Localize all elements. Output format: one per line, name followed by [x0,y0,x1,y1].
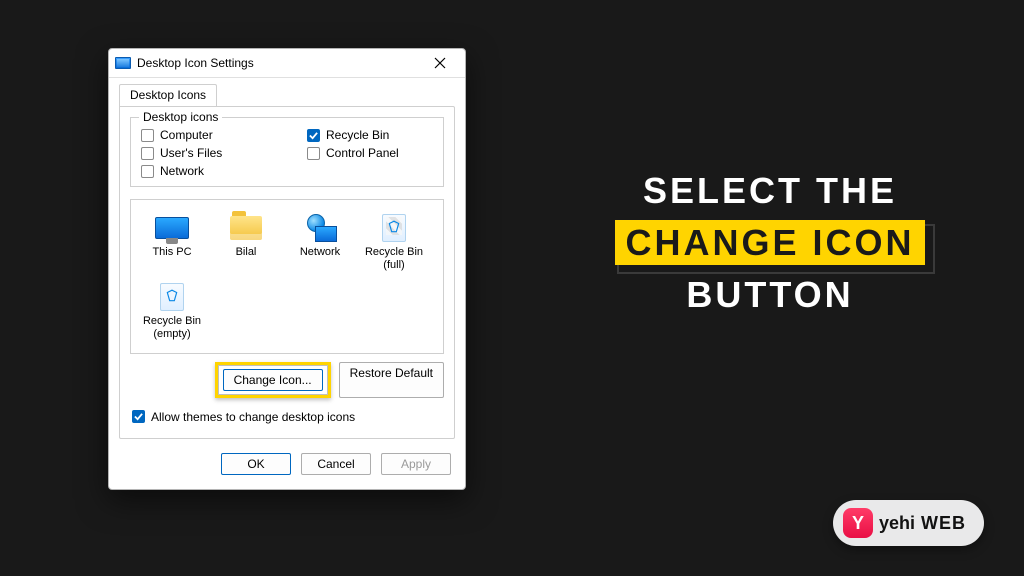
icon-action-buttons: Change Icon... Restore Default [130,362,444,398]
checkbox-computer-label: Computer [160,128,213,142]
checkbox-recycle-bin[interactable]: Recycle Bin [307,128,433,142]
desktop-icon-settings-app-icon [115,57,131,69]
network-icon [300,212,340,244]
instruction-line-3: BUTTON [560,274,980,316]
desktop-icons-group: Desktop icons Computer User's Files Netw… [130,117,444,187]
icon-item-user-folder-label: Bilal [236,246,257,270]
icon-item-network[interactable]: Network [285,210,355,273]
icon-item-recycle-bin-empty[interactable]: Recycle Bin (empty) [137,279,207,342]
watermark-logo-icon: Y [843,508,873,538]
checkbox-users-files[interactable]: User's Files [141,146,267,160]
checkbox-allow-themes-label: Allow themes to change desktop icons [151,410,355,424]
ok-button[interactable]: OK [221,453,291,475]
dialog-title: Desktop Icon Settings [137,56,417,70]
icon-item-recycle-bin-full-label: Recycle Bin (full) [361,246,427,271]
icon-item-this-pc[interactable]: This PC [137,210,207,273]
close-icon [434,57,446,69]
desktop-icons-group-legend: Desktop icons [139,110,222,124]
icon-item-recycle-bin-empty-label: Recycle Bin (empty) [139,315,205,340]
tab-desktop-icons[interactable]: Desktop Icons [119,84,217,106]
change-icon-button[interactable]: Change Icon... [223,369,323,391]
instruction-highlight: CHANGE ICON [615,222,924,264]
checkbox-grid: Computer User's Files Network Recycle Bi… [141,128,433,178]
instruction-overlay: SELECT THE CHANGE ICON BUTTON [560,170,980,316]
icon-item-recycle-bin-full[interactable]: Recycle Bin (full) [359,210,429,273]
watermark-text-2: WEB [921,513,966,534]
apply-button[interactable]: Apply [381,453,451,475]
titlebar: Desktop Icon Settings [109,49,465,78]
this-pc-icon [152,212,192,244]
instruction-line-1: SELECT THE [560,170,980,212]
desktop-icon-settings-dialog: Desktop Icon Settings Desktop Icons Desk… [108,48,466,490]
change-icon-highlight: Change Icon... [215,362,331,398]
checkbox-recycle-bin-label: Recycle Bin [326,128,389,142]
checkbox-control-panel[interactable]: Control Panel [307,146,433,160]
tab-panel: Desktop icons Computer User's Files Netw… [119,106,455,439]
dialog-footer-buttons: OK Cancel Apply [109,439,465,489]
icon-item-user-folder[interactable]: Bilal [211,210,281,273]
icon-item-network-label: Network [300,246,340,270]
checkbox-computer[interactable]: Computer [141,128,267,142]
recycle-bin-full-icon [374,212,414,244]
folder-icon [226,212,266,244]
close-button[interactable] [423,53,457,73]
checkbox-allow-themes[interactable]: Allow themes to change desktop icons [132,410,444,424]
restore-default-button[interactable]: Restore Default [339,362,444,398]
icon-preview-list: This PC Bilal Network Recycle Bin (full) [130,199,444,354]
watermark-text-1: yehi [879,513,915,534]
tab-strip: Desktop Icons [109,78,465,106]
cancel-button[interactable]: Cancel [301,453,371,475]
recycle-bin-empty-icon [152,281,192,313]
checkbox-control-panel-label: Control Panel [326,146,399,160]
watermark-badge: Y yehi WEB [833,500,984,546]
checkbox-users-files-label: User's Files [160,146,222,160]
icon-item-this-pc-label: This PC [152,246,191,270]
checkbox-network-label: Network [160,164,204,178]
instruction-line-2: CHANGE ICON [615,220,924,265]
checkbox-network[interactable]: Network [141,164,267,178]
